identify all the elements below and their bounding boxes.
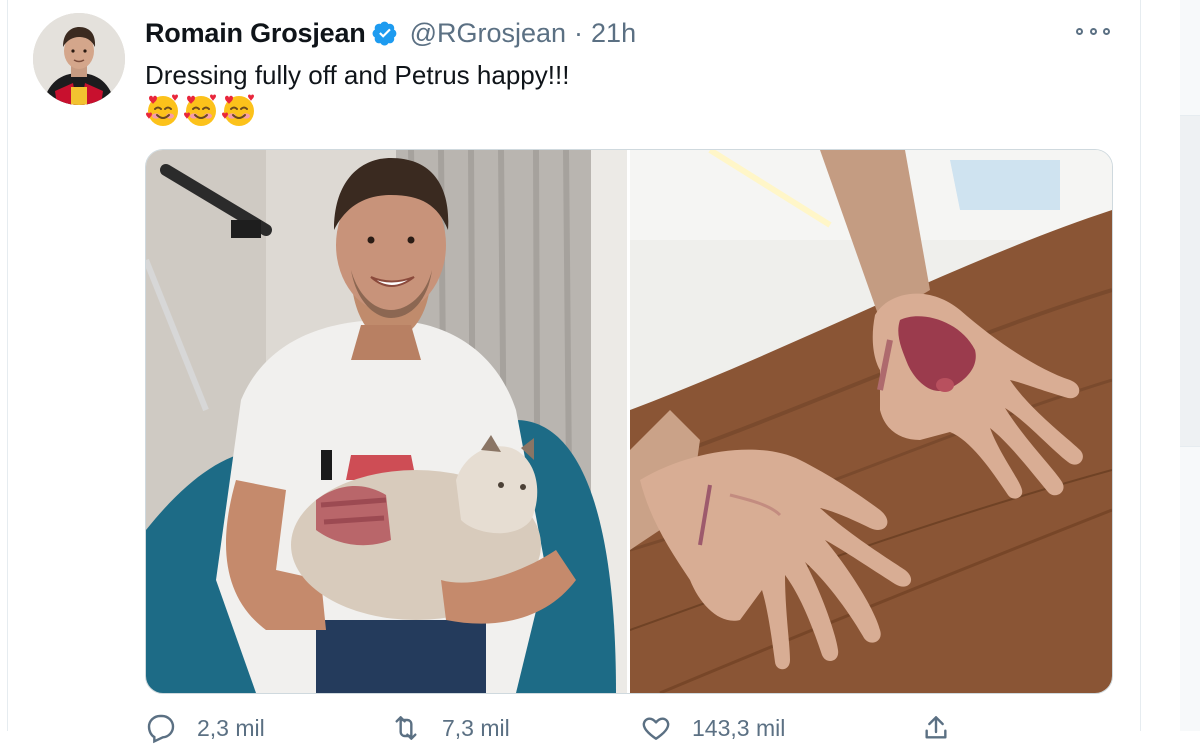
- tweet-actions: 2,3 mil 7,3 mil 143,3 mil: [145, 712, 985, 744]
- meta-separator: ·: [574, 17, 584, 48]
- reply-button[interactable]: 2,3 mil: [145, 712, 265, 744]
- sidebar-edge: [1180, 0, 1200, 731]
- share-button[interactable]: [920, 712, 972, 744]
- media-grid: [145, 149, 1113, 694]
- photo-man-holding-cat[interactable]: [146, 150, 627, 693]
- more-icon[interactable]: [1076, 20, 1110, 42]
- column-divider-right: [1140, 0, 1141, 731]
- like-icon: [642, 717, 670, 740]
- photo-hands-on-table[interactable]: [630, 150, 1112, 693]
- column-divider-left: [7, 0, 8, 731]
- tweet-header: Romain Grosjean @RGrosjean · 21h: [145, 15, 636, 51]
- share-icon: [925, 716, 947, 739]
- retweet-icon: [395, 716, 417, 740]
- smiling-face-with-hearts-icon: [184, 94, 216, 126]
- like-count: 143,3 mil: [692, 714, 786, 741]
- verified-badge-icon: [372, 21, 396, 46]
- smiling-face-with-hearts-icon: [146, 94, 178, 126]
- smiling-face-with-hearts-icon: [222, 94, 254, 126]
- retweet-button[interactable]: 7,3 mil: [390, 712, 510, 744]
- tweet-timestamp[interactable]: 21h: [591, 18, 636, 49]
- author-name[interactable]: Romain Grosjean: [145, 18, 366, 49]
- emoji-row: [145, 92, 257, 128]
- reply-icon: [147, 714, 175, 744]
- reply-count: 2,3 mil: [197, 714, 265, 741]
- author-handle[interactable]: @RGrosjean: [410, 18, 566, 49]
- retweet-count: 7,3 mil: [442, 714, 510, 741]
- author-avatar[interactable]: [33, 13, 125, 105]
- tweet-text: Dressing fully off and Petrus happy!!!: [145, 60, 570, 90]
- like-button[interactable]: 143,3 mil: [640, 712, 785, 744]
